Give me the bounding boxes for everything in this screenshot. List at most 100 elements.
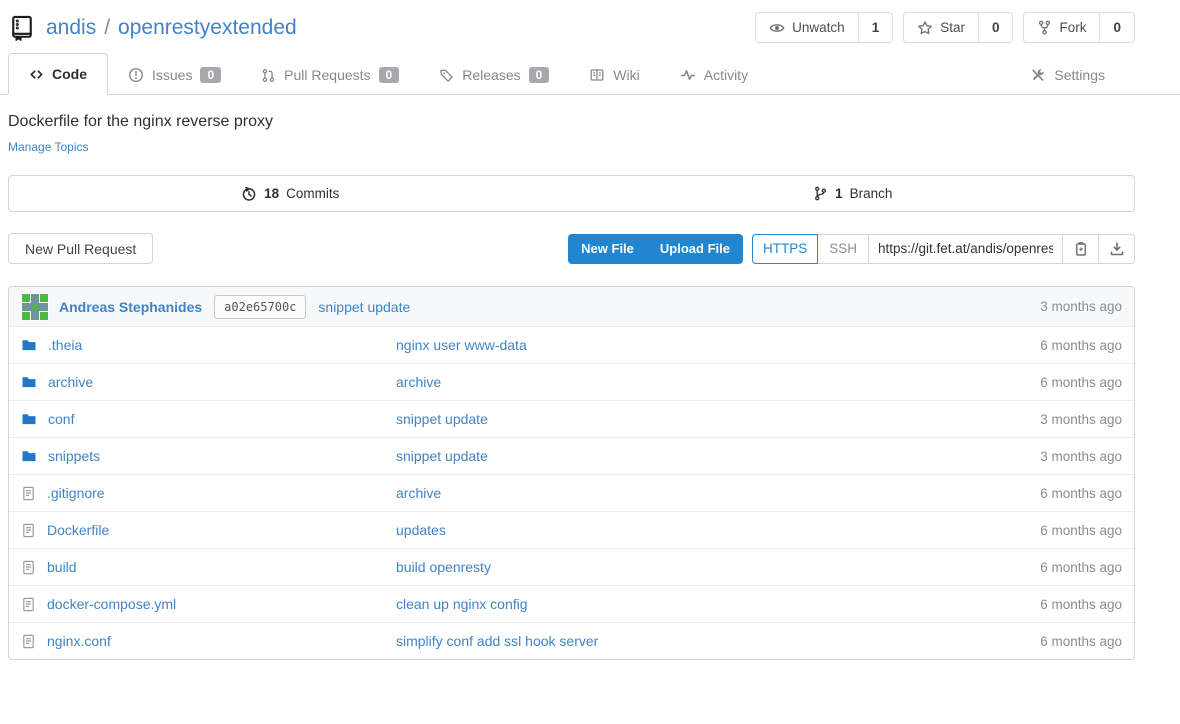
issues-count-badge: 0 (200, 67, 221, 83)
watch-count[interactable]: 1 (858, 13, 893, 42)
file-commit-message-link[interactable]: build openresty (396, 559, 1040, 575)
latest-commit-row: Andreas Stephanides a02e65700c snippet u… (9, 287, 1134, 326)
download-archive-button[interactable] (1098, 235, 1134, 263)
tab-releases[interactable]: Releases 0 (419, 55, 569, 95)
file-buttons-group: New File Upload File (568, 234, 743, 264)
file-row: .gitignore archive 6 months ago (9, 474, 1134, 511)
repo-journal-icon (8, 14, 36, 42)
tab-pull-requests[interactable]: Pull Requests 0 (241, 55, 419, 95)
code-icon (29, 67, 44, 82)
file-name-link[interactable]: snippets (48, 448, 100, 464)
fork-count[interactable]: 0 (1099, 13, 1134, 42)
tab-wiki[interactable]: Wiki (569, 55, 659, 95)
file-commit-time: 6 months ago (1040, 634, 1122, 649)
repo-name-link[interactable]: openrestyextended (118, 16, 297, 40)
latest-commit-time: 3 months ago (1040, 299, 1122, 314)
file-commit-time: 6 months ago (1040, 375, 1122, 390)
repo-social-actions: Unwatch 1 Star 0 Fork 0 (755, 12, 1135, 43)
watch-button-group: Unwatch 1 (755, 12, 893, 43)
ssh-toggle-button[interactable]: SSH (818, 235, 869, 263)
clipboard-icon (1073, 241, 1089, 257)
file-row: .theia nginx user www-data 6 months ago (9, 326, 1134, 363)
branches-stat[interactable]: 1 Branch (572, 176, 1135, 211)
file-row: nginx.conf simplify conf add ssl hook se… (9, 622, 1134, 659)
repo-description: Dockerfile for the nginx reverse proxy (8, 113, 1135, 131)
file-commit-message-link[interactable]: snippet update (396, 448, 1040, 464)
file-commit-message-link[interactable]: clean up nginx config (396, 596, 1040, 612)
breadcrumb: andis / openrestyextended (46, 16, 297, 40)
https-toggle-button[interactable]: HTTPS (752, 234, 818, 264)
tab-code[interactable]: Code (8, 53, 108, 95)
repo-tabbar: Code Issues 0 Pull Requests 0 Releases 0… (0, 53, 1180, 95)
repo-description-section: Dockerfile for the nginx reverse proxy M… (8, 113, 1135, 156)
file-name-link[interactable]: build (47, 559, 77, 575)
file-commit-time: 6 months ago (1040, 597, 1122, 612)
commits-stat[interactable]: 18 Commits (9, 176, 572, 211)
file-icon (21, 486, 36, 501)
folder-icon (21, 374, 37, 390)
history-icon (241, 186, 257, 202)
file-rows: .theia nginx user www-data 6 months ago … (9, 326, 1134, 659)
action-row: New Pull Request New File Upload File HT… (8, 233, 1135, 264)
file-name-link[interactable]: docker-compose.yml (47, 596, 176, 612)
commit-sha-button[interactable]: a02e65700c (214, 295, 306, 319)
avatar[interactable] (21, 293, 49, 321)
file-icon (21, 523, 36, 538)
eye-icon (769, 20, 785, 36)
file-icon (21, 560, 36, 575)
star-count[interactable]: 0 (978, 13, 1013, 42)
wiki-book-icon (589, 67, 605, 83)
file-commit-message-link[interactable]: nginx user www-data (396, 337, 1040, 353)
commit-author-link[interactable]: Andreas Stephanides (59, 299, 202, 315)
file-commit-time: 3 months ago (1040, 449, 1122, 464)
tab-activity[interactable]: Activity (660, 55, 768, 95)
tab-settings[interactable]: Settings (1010, 55, 1125, 95)
file-name-link[interactable]: nginx.conf (47, 633, 111, 649)
repo-header: andis / openrestyextended Unwatch 1 Star… (8, 0, 1135, 43)
pull-requests-count-badge: 0 (379, 67, 400, 83)
repo-stats-bar: 18 Commits 1 Branch (8, 175, 1135, 212)
file-commit-message-link[interactable]: snippet update (396, 411, 1040, 427)
file-commit-time: 6 months ago (1040, 523, 1122, 538)
star-button[interactable]: Star (904, 13, 978, 42)
file-row: archive archive 6 months ago (9, 363, 1134, 400)
repo-owner-link[interactable]: andis (46, 16, 96, 40)
file-icon (21, 634, 36, 649)
folder-icon (21, 448, 37, 464)
manage-topics-link[interactable]: Manage Topics (8, 140, 89, 154)
new-file-button[interactable]: New File (568, 241, 647, 256)
copy-clone-url-button[interactable] (1062, 235, 1098, 263)
file-commit-time: 3 months ago (1040, 412, 1122, 427)
file-commit-message-link[interactable]: archive (396, 485, 1040, 501)
settings-tools-icon (1030, 67, 1046, 83)
file-commit-time: 6 months ago (1040, 560, 1122, 575)
upload-file-button[interactable]: Upload File (647, 241, 743, 256)
file-commit-message-link[interactable]: simplify conf add ssl hook server (396, 633, 1040, 649)
file-actions: New File Upload File HTTPS SSH (568, 234, 1135, 264)
file-row: docker-compose.yml clean up nginx config… (9, 585, 1134, 622)
clone-url-input[interactable] (869, 235, 1062, 263)
folder-icon (21, 411, 37, 427)
file-name-link[interactable]: .gitignore (47, 485, 105, 501)
file-table: Andreas Stephanides a02e65700c snippet u… (8, 286, 1135, 660)
file-name-link[interactable]: archive (48, 374, 93, 390)
issue-icon (128, 67, 144, 83)
file-name-link[interactable]: Dockerfile (47, 522, 109, 538)
pull-request-icon (261, 68, 276, 83)
file-commit-message-link[interactable]: updates (396, 522, 1040, 538)
file-commit-message-link[interactable]: archive (396, 374, 1040, 390)
file-row: snippets snippet update 3 months ago (9, 437, 1134, 474)
unwatch-button[interactable]: Unwatch (756, 13, 858, 42)
download-icon (1109, 241, 1125, 257)
releases-count-badge: 0 (529, 67, 550, 83)
new-pull-request-button[interactable]: New Pull Request (8, 233, 153, 264)
tab-issues[interactable]: Issues 0 (108, 55, 241, 95)
fork-button[interactable]: Fork (1024, 13, 1099, 42)
latest-commit-message-link[interactable]: snippet update (318, 299, 410, 315)
file-commit-time: 6 months ago (1040, 338, 1122, 353)
file-name-link[interactable]: .theia (48, 337, 82, 353)
fork-icon (1037, 20, 1052, 35)
file-row: Dockerfile updates 6 months ago (9, 511, 1134, 548)
file-name-link[interactable]: conf (48, 411, 74, 427)
file-row: build build openresty 6 months ago (9, 548, 1134, 585)
